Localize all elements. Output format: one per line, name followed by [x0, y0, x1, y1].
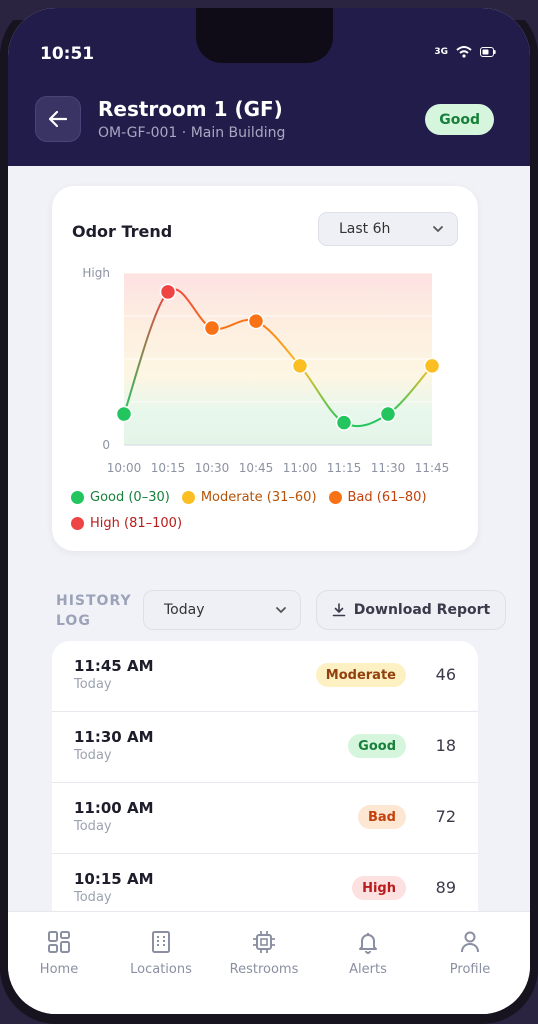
row-value: 18 — [435, 736, 456, 755]
legend-label: Moderate (31–60) — [200, 490, 317, 505]
data-point[interactable] — [115, 405, 133, 423]
legend-item: Bad (61–80) — [328, 490, 427, 505]
status-badge: Good — [425, 104, 494, 135]
x-tick-label: 11:30 — [371, 461, 406, 475]
data-point[interactable] — [291, 357, 309, 375]
row-time: 10:15 AM — [74, 870, 154, 888]
x-tick-label: 11:15 — [327, 461, 362, 475]
tab-label: Restrooms — [229, 962, 299, 977]
network-label: 3G — [434, 47, 448, 57]
row-day: Today — [74, 677, 112, 692]
wifi-icon — [456, 46, 472, 58]
tab-profile[interactable]: Profile — [420, 930, 520, 977]
tab-alerts[interactable]: Alerts — [318, 930, 418, 977]
device-frame: 10:51 3G Restroom 1 (GF) OM-GF-001 · Mai… — [0, 0, 538, 1024]
history-row[interactable]: 11:00 AM Today Bad 72 — [52, 783, 478, 854]
chart-legend: Good (0–30) Moderate (31–60) Bad (61–80) Hi… — [71, 490, 471, 531]
x-tick-label: 11:00 — [283, 461, 318, 475]
x-tick-label: 10:30 — [195, 461, 230, 475]
user-icon — [461, 931, 479, 953]
chevron-down-icon — [276, 607, 286, 613]
x-tick-label: 10:00 — [107, 461, 142, 475]
odor-trend-card: Odor Trend Last 6h High 0 10:00 10:15 10:30 1… — [52, 186, 478, 551]
row-day: Today — [74, 748, 112, 763]
history-row[interactable]: 11:30 AM Today Good 18 — [52, 712, 478, 783]
y-tick-label: 0 — [102, 438, 110, 452]
history-row[interactable]: 11:45 AM Today Moderate 46 — [52, 641, 478, 712]
row-status-badge: Good — [348, 734, 406, 758]
status-icons: 3G — [434, 46, 496, 58]
page-title: Restroom 1 (GF) — [98, 97, 283, 121]
history-log-label: HISTORY LOG — [56, 593, 132, 629]
chevron-down-icon — [433, 226, 443, 232]
chip-icon — [253, 931, 275, 953]
legend-dot-icon — [71, 491, 84, 504]
back-button[interactable] — [35, 96, 81, 142]
legend-dot-icon — [328, 491, 342, 504]
legend-label: Bad (61–80) — [347, 490, 427, 505]
header: 10:51 3G Restroom 1 (GF) OM-GF-001 · Mai… — [8, 8, 530, 166]
grid-icon — [48, 931, 70, 953]
data-point[interactable] — [423, 357, 441, 375]
row-time: 11:30 AM — [74, 728, 154, 746]
card-title: Odor Trend — [72, 222, 173, 241]
status-time: 10:51 — [40, 44, 95, 64]
time-range-select[interactable]: Last 6h — [318, 212, 458, 246]
legend-item: Good (0–30) — [71, 490, 170, 505]
legend-item: Moderate (31–60) — [181, 490, 317, 505]
battery-icon — [480, 47, 496, 57]
row-time: 11:00 AM — [74, 799, 154, 817]
x-tick-label: 11:45 — [415, 461, 450, 475]
legend-dot-icon — [71, 517, 84, 530]
row-day: Today — [74, 819, 112, 834]
tab-label: Home — [39, 962, 79, 977]
data-point[interactable] — [203, 319, 221, 337]
row-status-badge: Bad — [358, 805, 406, 829]
tab-locations[interactable]: Locations — [111, 930, 211, 977]
data-point[interactable] — [159, 283, 177, 301]
row-status-badge: Moderate — [315, 663, 406, 687]
bottom-tab-bar: Home Locations Restrooms Alerts Profile — [8, 911, 530, 1014]
history-log-list: 11:45 AM Today Moderate 46 11:30 AM Today Good… — [52, 641, 478, 941]
page-subtitle: OM-GF-001 · Main Building — [98, 125, 286, 141]
y-tick-label: High — [82, 266, 110, 280]
download-icon — [332, 603, 346, 617]
day-filter-select[interactable]: Today — [143, 590, 301, 630]
app-screen: 10:51 3G Restroom 1 (GF) OM-GF-001 · Mai… — [8, 8, 530, 1014]
time-range-value: Last 6h — [339, 221, 391, 237]
row-status-badge: High — [352, 876, 406, 900]
bell-icon — [359, 933, 377, 954]
tab-home[interactable]: Home — [9, 930, 109, 977]
row-time: 11:45 AM — [74, 657, 154, 675]
row-day: Today — [74, 890, 112, 905]
tab-restrooms[interactable]: Restrooms — [214, 930, 314, 977]
tab-label: Locations — [130, 962, 192, 977]
day-filter-value: Today — [164, 602, 205, 618]
legend-label: Good (0–30) — [90, 490, 170, 505]
row-value: 72 — [435, 807, 456, 826]
tab-label: Profile — [449, 962, 491, 977]
legend-item: High (81–100) — [71, 516, 182, 531]
download-report-button[interactable]: Download Report — [316, 590, 506, 630]
tab-label: Alerts — [349, 962, 387, 977]
odor-trend-chart: High 0 10:00 10:15 10:30 10:45 11:00 11:15 11:30… — [82, 266, 450, 475]
legend-label: High (81–100) — [90, 516, 183, 531]
x-tick-label: 10:15 — [151, 461, 186, 475]
data-point[interactable] — [335, 414, 353, 431]
download-report-label: Download Report — [353, 602, 491, 618]
x-tick-label: 10:45 — [239, 461, 274, 475]
data-point[interactable] — [247, 312, 265, 330]
data-point[interactable] — [379, 405, 397, 423]
building-icon — [152, 931, 170, 953]
row-value: 46 — [435, 665, 456, 684]
legend-dot-icon — [181, 491, 195, 504]
camera-notch — [196, 8, 333, 63]
arrow-left-icon — [48, 110, 68, 128]
row-value: 89 — [435, 878, 456, 897]
